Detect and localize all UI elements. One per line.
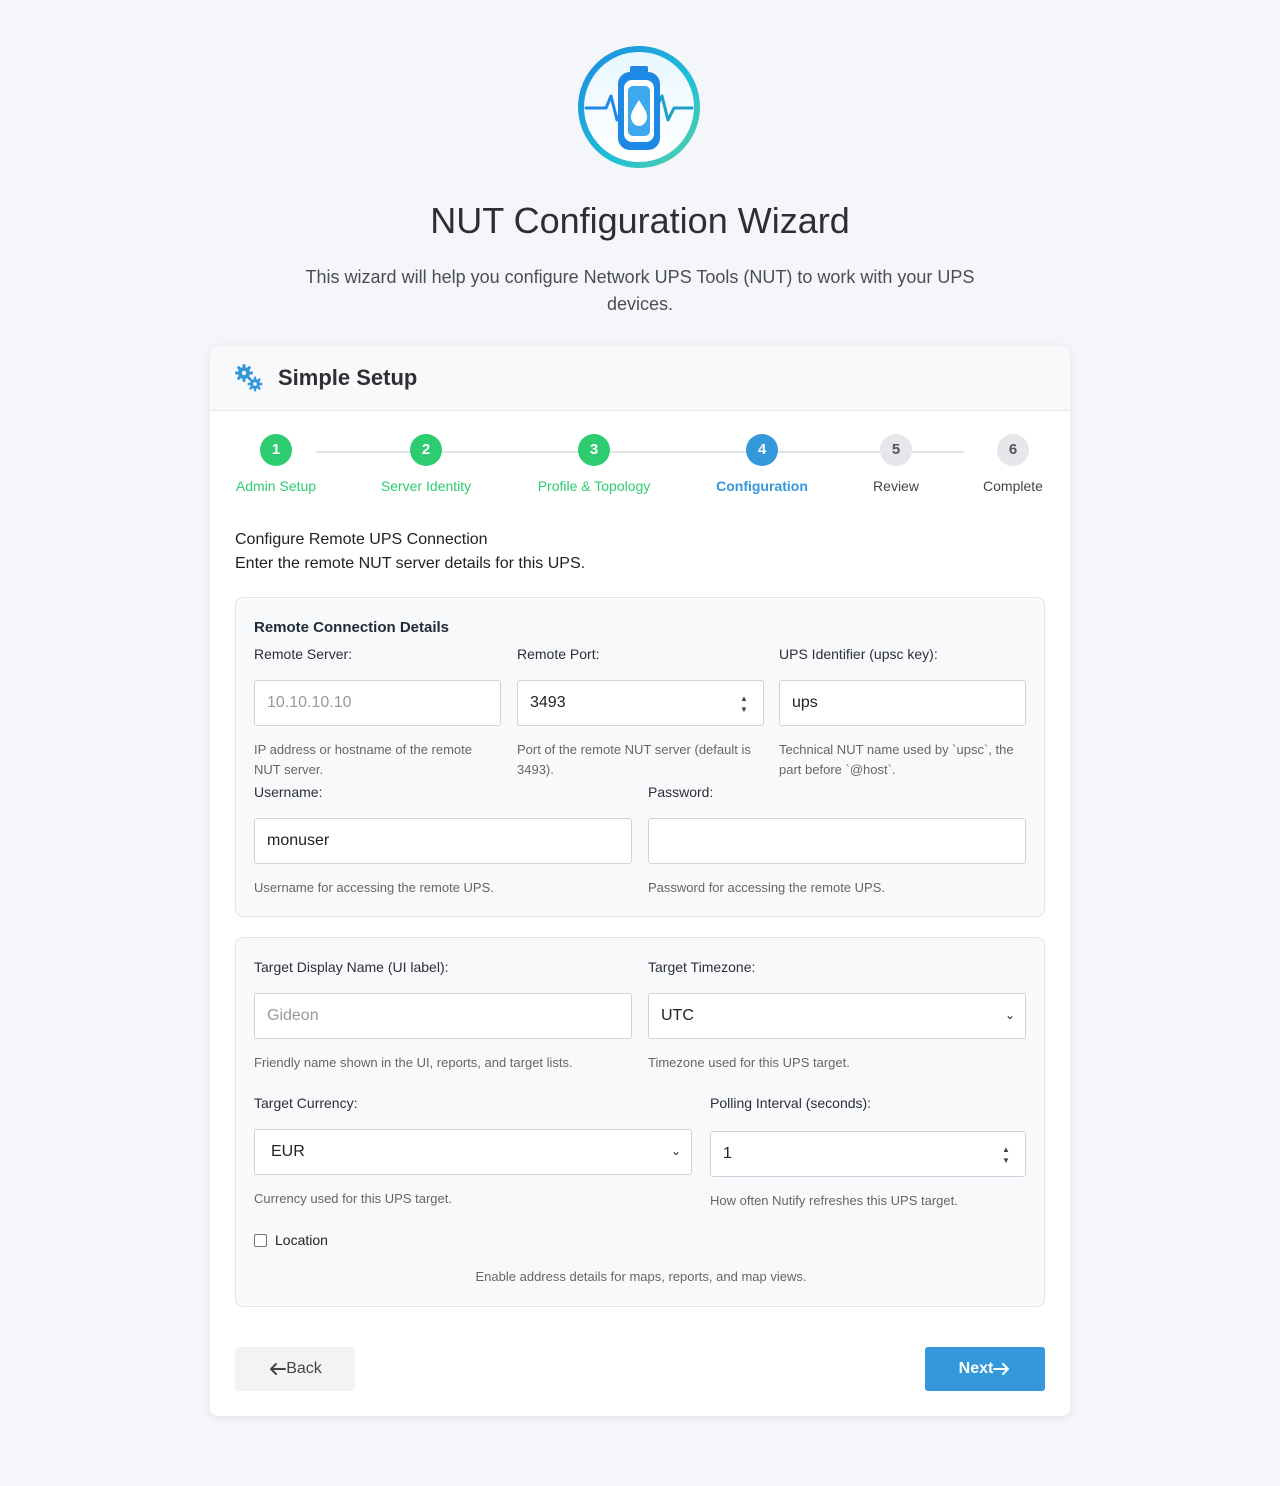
panel-title: Remote Connection Details <box>254 619 450 636</box>
ups-identifier-help: Technical NUT name used by `upsc`, the p… <box>779 742 1014 777</box>
stepper-up-icon[interactable]: ▲ <box>737 693 751 704</box>
username-field: Username: Username for accessing the rem… <box>254 784 632 898</box>
username-input[interactable] <box>267 832 619 850</box>
timezone-field: Target Timezone: UTC ⌄ Timezone used for… <box>648 959 1026 1073</box>
password-label: Password: <box>648 784 714 800</box>
step-label: Configuration <box>716 478 808 494</box>
remote-connection-panel: Remote Connection Details Remote Server:… <box>235 597 1045 917</box>
timezone-select[interactable]: UTC ⌄ <box>648 993 1026 1039</box>
display-name-input[interactable] <box>267 1007 619 1025</box>
currency-select[interactable]: EUR ⌄ <box>254 1129 692 1175</box>
username-help: Username for accessing the remote UPS. <box>254 880 494 895</box>
remote-server-help: IP address or hostname of the remote NUT… <box>254 742 472 777</box>
step-label: Server Identity <box>380 478 472 494</box>
currency-label: Target Currency: <box>254 1095 358 1111</box>
step-label: Review <box>873 478 919 494</box>
ups-identifier-input[interactable] <box>792 694 1013 712</box>
card-title: Simple Setup <box>278 365 418 390</box>
password-input[interactable] <box>661 832 1013 850</box>
currency-value: EUR <box>271 1143 305 1160</box>
ups-battery-logo-icon <box>578 46 700 168</box>
display-name-box <box>254 993 632 1039</box>
timezone-value: UTC <box>661 1007 694 1024</box>
step-label: Admin Setup <box>235 478 317 494</box>
step-number: 2 <box>410 434 442 466</box>
step-configuration[interactable]: 4 Configuration <box>710 434 814 494</box>
currency-help: Currency used for this UPS target. <box>254 1191 452 1206</box>
polling-label: Polling Interval (seconds): <box>710 1095 872 1111</box>
card-header: Simple Setup <box>210 346 1070 411</box>
polling-box: ▲ ▼ <box>710 1131 1026 1177</box>
gears-icon <box>235 364 263 392</box>
section-title: Configure Remote UPS Connection <box>235 531 488 548</box>
polling-field: Polling Interval (seconds): ▲ ▼ How ofte… <box>710 1095 1026 1211</box>
timezone-label: Target Timezone: <box>648 959 756 975</box>
timezone-help: Timezone used for this UPS target. <box>648 1055 850 1070</box>
step-profile-topology[interactable]: 3 Profile & Topology <box>528 434 660 494</box>
page-intro: This wizard will help you configure Netw… <box>305 267 975 314</box>
arrow-left-icon <box>270 1363 287 1375</box>
app-logo <box>574 42 704 172</box>
step-complete[interactable]: 6 Complete <box>976 434 1050 494</box>
ups-identifier-box <box>779 680 1026 726</box>
location-label: Location <box>275 1232 328 1248</box>
remote-port-input[interactable] <box>530 694 751 712</box>
username-box <box>254 818 632 864</box>
polling-stepper[interactable]: ▲ ▼ <box>999 1144 1013 1166</box>
back-button-label: Back <box>286 1360 322 1377</box>
step-label: Complete <box>983 478 1043 494</box>
username-label: Username: <box>254 784 323 800</box>
stepper-up-icon[interactable]: ▲ <box>999 1144 1013 1155</box>
remote-port-help: Port of the remote NUT server (default i… <box>517 742 751 777</box>
stepper-down-icon[interactable]: ▼ <box>999 1155 1013 1166</box>
password-box <box>648 818 1026 864</box>
back-button[interactable]: Back <box>235 1347 355 1391</box>
step-number: 6 <box>997 434 1029 466</box>
step-label: Profile & Topology <box>537 478 651 494</box>
step-review[interactable]: 5 Review <box>862 434 930 494</box>
target-settings-panel: Target Display Name (UI label): Friendly… <box>235 937 1045 1307</box>
display-name-help: Friendly name shown in the UI, reports, … <box>254 1055 573 1070</box>
remote-server-label: Remote Server: <box>254 646 353 662</box>
polling-input[interactable] <box>723 1145 1013 1163</box>
remote-server-box <box>254 680 501 726</box>
chevron-down-icon: ⌄ <box>670 1144 681 1158</box>
ups-identifier-label: UPS Identifier (upsc key): <box>779 646 938 662</box>
step-number: 5 <box>880 434 912 466</box>
remote-port-box: ▲ ▼ <box>517 680 764 726</box>
polling-help: How often Nutify refreshes this UPS targ… <box>710 1193 958 1208</box>
wizard-card: Simple Setup 1 Admin Setup 2 Server Iden… <box>210 346 1070 1416</box>
step-number: 1 <box>260 434 292 466</box>
step-number: 4 <box>746 434 778 466</box>
currency-field: Target Currency: EUR ⌄ Currency used for… <box>254 1095 692 1209</box>
location-toggle[interactable]: Location <box>254 1232 328 1248</box>
password-field: Password: Password for accessing the rem… <box>648 784 1026 898</box>
location-checkbox[interactable] <box>254 1233 267 1247</box>
remote-server-input[interactable] <box>267 694 488 712</box>
location-help: Enable address details for maps, reports… <box>475 1269 807 1284</box>
next-button[interactable]: Next <box>925 1347 1045 1391</box>
remote-port-field: Remote Port: ▲ ▼ Port of the remote NUT … <box>517 646 764 780</box>
stepper-down-icon[interactable]: ▼ <box>737 704 751 715</box>
step-number: 3 <box>578 434 610 466</box>
chevron-down-icon: ⌄ <box>1004 1008 1015 1022</box>
wizard-stepper: 1 Admin Setup 2 Server Identity 3 Profil… <box>210 434 1070 504</box>
next-button-label: Next <box>958 1360 994 1377</box>
display-name-label: Target Display Name (UI label): <box>254 959 449 975</box>
port-stepper[interactable]: ▲ ▼ <box>737 693 751 715</box>
arrow-right-icon <box>993 1363 1010 1375</box>
step-admin-setup[interactable]: 1 Admin Setup <box>235 434 317 494</box>
section-subtitle: Enter the remote NUT server details for … <box>235 555 586 572</box>
ups-identifier-field: UPS Identifier (upsc key): Technical NUT… <box>779 646 1026 780</box>
remote-server-field: Remote Server: IP address or hostname of… <box>254 646 501 780</box>
page-title: NUT Configuration Wizard <box>430 200 850 241</box>
display-name-field: Target Display Name (UI label): Friendly… <box>254 959 632 1073</box>
step-server-identity[interactable]: 2 Server Identity <box>376 434 476 494</box>
remote-port-label: Remote Port: <box>517 646 600 662</box>
password-help: Password for accessing the remote UPS. <box>648 880 885 895</box>
